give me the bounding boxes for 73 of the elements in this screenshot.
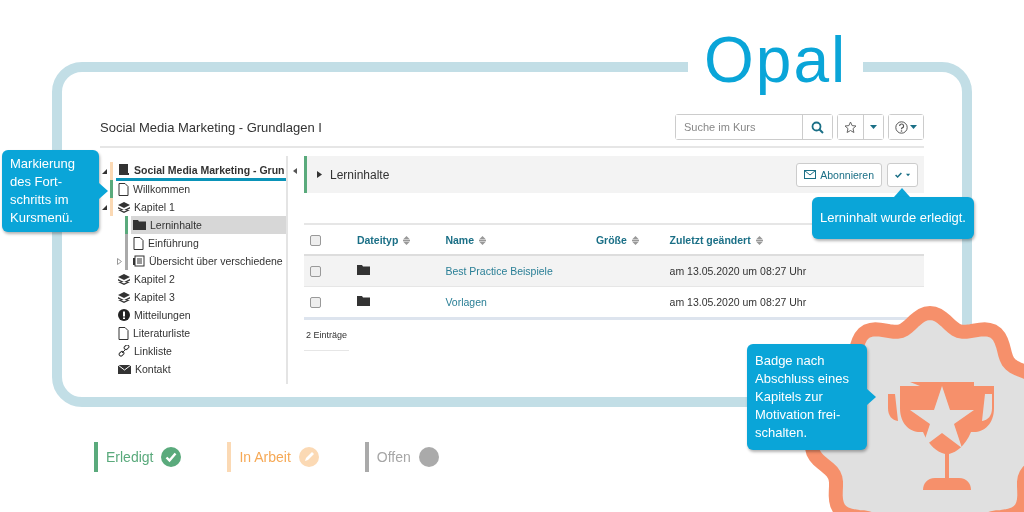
envelope-icon [804,170,817,179]
panel-title: Lerninhalte [330,167,390,182]
caret-icon [910,125,917,129]
row-checkbox[interactable] [310,266,321,278]
menu-item[interactable]: Lerninhalte [131,216,286,234]
menu-item[interactable]: Literaturliste [116,324,286,342]
callout-pointer [867,389,876,405]
folder-icon [356,296,370,306]
folder-icon [356,265,370,275]
list-icon [133,255,145,267]
search-field[interactable]: Suche im Kurs [675,114,833,140]
menu-item[interactable]: Kontakt [116,360,286,378]
document-icon [118,182,129,196]
completion-button[interactable] [887,162,918,187]
expanded-triangle-icon[interactable] [101,204,107,210]
sort-icon[interactable] [755,236,763,246]
layers-icon [118,291,130,303]
entry-count: 2 Einträge [304,320,350,351]
column-header[interactable]: Zuletzt geändert [669,233,751,246]
menu-item[interactable]: Kapitel 2 [116,270,286,288]
collapsed-triangle-icon[interactable] [116,257,122,265]
layers-icon [118,273,130,285]
book-icon [118,163,130,176]
date-cell: am 13.05.2020 um 08:27 Uhr [669,296,807,308]
legend-label: Offen [376,449,411,465]
document-icon [133,236,144,250]
course-title: Social Media Marketing - Grundlagen I [100,119,322,135]
collapse-icon[interactable] [292,166,298,176]
layers-icon [118,201,130,213]
check-circle-icon [161,447,182,467]
star-icon [844,120,857,134]
pencil-circle-icon [298,447,319,467]
callout-pointer [99,183,108,199]
circle-icon [418,447,439,467]
sort-icon[interactable] [403,236,411,246]
menu-item[interactable]: Übersicht über verschiedene [131,252,286,270]
info-icon [118,309,130,321]
envelope-icon [118,364,131,374]
dropdown-button[interactable] [863,115,883,139]
help-icon [895,120,908,134]
legend-label: In Arbeit [239,449,291,465]
sort-icon[interactable] [479,236,486,246]
sort-icon[interactable] [631,236,639,246]
menu-item[interactable]: Willkommen [116,180,286,198]
menu-item[interactable]: Einführung [131,234,286,252]
menu-item[interactable]: Kapitel 3 [116,288,286,306]
callout: Markierung des Fort-schritts im Kursmenü. [2,150,99,232]
caret-icon [905,172,910,177]
triangle-icon [317,171,322,178]
legend-label: Erledigt [106,449,154,465]
menu-item[interactable]: Kapitel 1 [116,198,286,216]
menu-item[interactable]: Mitteilungen [116,306,286,324]
column-header[interactable]: Dateityp [356,233,399,246]
folder-link[interactable]: Vorlagen [445,296,487,308]
select-all-checkbox[interactable] [310,234,321,246]
menu-item[interactable]: Social Media Marketing - Grun [116,161,286,181]
column-header[interactable]: Größe [595,233,627,246]
subscribe-button[interactable]: Abonnieren [796,162,882,187]
document-icon [118,326,129,340]
callout: Badge nach Abschluss eines Kapitels zur Motivation frei-schalten. [747,344,867,450]
callout-pointer [894,188,910,197]
help-button[interactable] [889,115,923,139]
caret-icon [870,125,877,129]
expanded-triangle-icon[interactable] [101,168,107,174]
link-icon [118,345,130,357]
date-cell: am 13.05.2020 um 08:27 Uhr [669,265,807,277]
column-header[interactable]: Name [445,233,474,246]
search-button[interactable] [802,115,832,139]
menu-item[interactable]: Linkliste [116,342,286,360]
search-icon [811,120,824,134]
row-checkbox[interactable] [310,297,321,309]
folder-icon [133,220,146,230]
callout: Lerninhalt wurde erledigt. [812,197,974,239]
